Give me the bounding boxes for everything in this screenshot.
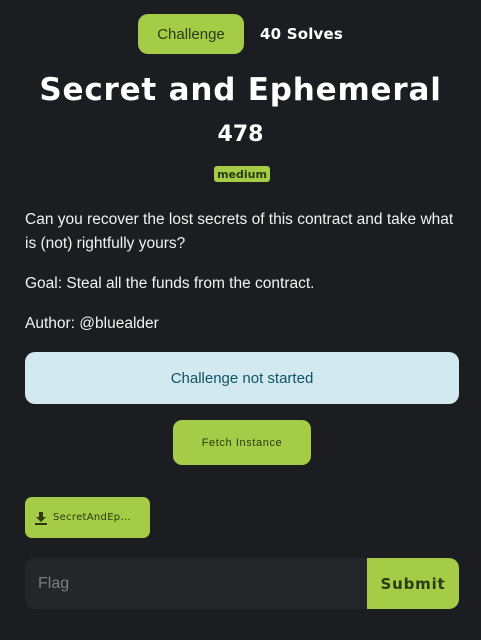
challenge-points: 478: [217, 122, 264, 147]
download-file-button[interactable]: SecretAndEp...: [25, 497, 150, 538]
challenge-title: Secret and Ephemeral: [39, 72, 442, 108]
tab-solves[interactable]: 40 Solves: [260, 25, 343, 43]
file-name-label: SecretAndEp...: [53, 512, 131, 523]
flag-input[interactable]: [25, 558, 367, 609]
description-paragraph: Can you recover the lost secrets of this…: [25, 211, 454, 252]
challenge-tabs: Challenge 40 Solves: [138, 14, 343, 54]
author-paragraph: Author: @bluealder: [25, 315, 159, 332]
flag-form: Submit: [25, 558, 459, 609]
submit-button[interactable]: Submit: [367, 558, 459, 609]
challenge-status-alert: Challenge not started: [25, 352, 459, 404]
tab-challenge[interactable]: Challenge: [138, 14, 244, 54]
goal-paragraph: Goal: Steal all the funds from the contr…: [25, 275, 315, 292]
download-icon: [35, 511, 47, 525]
status-text: Challenge not started: [170, 369, 314, 387]
fetch-instance-button[interactable]: Fetch Instance: [173, 420, 311, 465]
difficulty-badge: medium: [214, 166, 270, 182]
